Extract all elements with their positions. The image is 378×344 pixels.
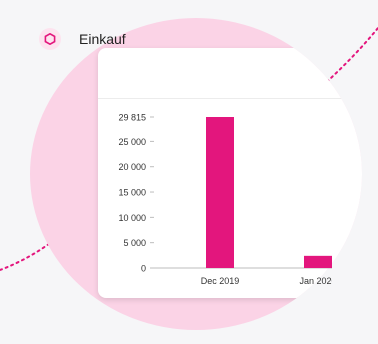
card-title: Einkauf [79,31,126,47]
x-tick-label: Dec 2019 [201,276,240,286]
card-icon-badge [39,28,61,50]
y-tick-label: 29 815 [118,113,146,123]
y-tick-label: 5 000 [123,238,146,248]
bar-jan-2020[interactable] [304,255,332,268]
hexagon-icon [44,33,56,45]
y-tick-label: 0 [141,264,146,274]
purchase-bar-chart: 29 815 25 000 20 000 15 000 10 000 5 000 0 Dec … [118,113,336,286]
y-tick-label: 15 000 [118,188,146,198]
y-tick-label: 25 000 [118,137,146,147]
y-tick-label: 10 000 [118,213,146,223]
x-tick-label: Jan 2020 [299,276,336,286]
y-tick-label: 20 000 [118,162,146,172]
bar-dec-2019[interactable] [206,117,234,268]
